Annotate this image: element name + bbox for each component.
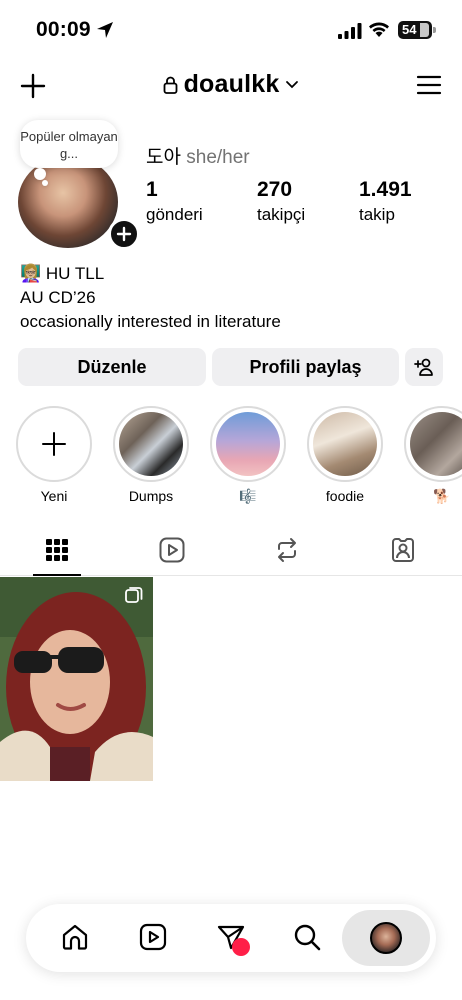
highlight-dumps[interactable]: Dumps xyxy=(113,406,189,504)
name-line: 도아 she/her xyxy=(146,142,250,169)
highlight-cover xyxy=(119,412,183,476)
username: doaulkk xyxy=(183,70,280,98)
highlight-label: Yeni xyxy=(40,488,68,504)
highlight-cover xyxy=(216,412,280,476)
chevron-down-icon xyxy=(286,80,299,88)
nav-profile[interactable] xyxy=(342,910,430,966)
bottom-nav xyxy=(26,904,436,972)
stat-following[interactable]: 1.491 takip xyxy=(359,178,412,225)
wifi-icon xyxy=(369,22,389,37)
highlight-new[interactable]: Yeni xyxy=(16,406,92,504)
bio-line: 👩🏼‍🏫 HU TLL xyxy=(20,264,105,283)
stat-following-count: 1.491 xyxy=(359,178,412,201)
note-bubble-tail xyxy=(34,168,46,180)
story-highlights: Yeni Dumps 🎼 foodie 🐕 xyxy=(0,406,462,506)
highlight-label: 🎼 xyxy=(239,488,257,504)
highlight-dog[interactable]: 🐕 xyxy=(404,406,462,505)
highlight-label: 🐕 xyxy=(433,488,451,504)
highlight-ring xyxy=(307,406,383,482)
stat-following-label: takip xyxy=(359,205,395,224)
nav-search[interactable] xyxy=(292,922,324,954)
tab-tagged[interactable] xyxy=(373,528,433,576)
bio-line: AU CD’26 xyxy=(20,288,96,307)
reels-icon xyxy=(159,537,185,563)
bio-line: occasionally interested in literature xyxy=(20,312,281,331)
highlight-label: Dumps xyxy=(128,488,174,504)
profile-avatar[interactable] xyxy=(18,156,118,248)
highlight-cover xyxy=(313,412,377,476)
active-tab-indicator xyxy=(33,574,81,576)
share-profile-button[interactable]: Profili paylaş xyxy=(212,348,399,386)
home-icon xyxy=(62,924,88,950)
edit-profile-button[interactable]: Düzenle xyxy=(18,348,206,386)
search-icon xyxy=(294,924,321,951)
battery-indicator: 54 xyxy=(398,21,432,39)
cellular-signal-icon xyxy=(338,23,362,39)
plus-icon xyxy=(116,226,132,242)
highlight-label: foodie xyxy=(325,488,365,504)
pronouns: she/her xyxy=(186,147,250,168)
plus-icon xyxy=(42,432,66,456)
status-bar: 00:09 54 xyxy=(0,0,462,60)
carousel-icon xyxy=(125,587,143,603)
highlight-ring xyxy=(16,406,92,482)
post-image xyxy=(0,577,153,781)
notification-dot xyxy=(232,938,250,956)
highlight-cover xyxy=(410,412,462,476)
highlight-ring xyxy=(404,406,462,482)
discover-people-button[interactable] xyxy=(405,348,443,386)
profile-avatar xyxy=(370,922,402,954)
tab-reposts[interactable] xyxy=(257,528,317,576)
tab-posts[interactable] xyxy=(27,528,87,576)
profile-header: doaulkk xyxy=(0,62,462,110)
note-bubble-tail-small xyxy=(42,180,48,186)
stat-followers-count: 270 xyxy=(257,178,293,201)
reposts-icon xyxy=(278,538,296,562)
stat-posts-count: 1 xyxy=(146,178,158,201)
add-story-button[interactable] xyxy=(108,218,140,250)
nav-reels[interactable] xyxy=(138,922,170,954)
display-name: 도아 xyxy=(146,147,181,168)
highlight-ring xyxy=(113,406,189,482)
battery-level: 54 xyxy=(402,22,417,37)
note-bubble[interactable]: Popüler olmayan g... xyxy=(20,120,118,168)
highlight-foodie[interactable]: foodie xyxy=(307,406,383,504)
reels-icon xyxy=(139,923,167,951)
location-arrow-icon xyxy=(97,22,113,38)
nav-home[interactable] xyxy=(60,922,92,954)
account-switcher[interactable]: doaulkk xyxy=(0,70,462,99)
bio: 👩🏼‍🏫 HU TLL AU CD’26 occasionally intere… xyxy=(20,262,281,334)
post-thumbnail[interactable] xyxy=(0,577,153,781)
tab-reels[interactable] xyxy=(142,528,202,576)
stat-followers-label: takipçi xyxy=(257,205,306,224)
grid-icon xyxy=(46,539,68,561)
add-user-icon xyxy=(414,358,433,376)
highlight-music[interactable]: 🎼 xyxy=(210,406,286,505)
status-time: 00:09 xyxy=(36,18,91,41)
menu-icon[interactable] xyxy=(416,74,442,96)
highlight-ring xyxy=(210,406,286,482)
battery-tip xyxy=(433,27,436,33)
stat-posts[interactable]: 1 gönderi xyxy=(146,178,203,225)
stat-followers[interactable]: 270 takipçi xyxy=(257,178,305,225)
lock-icon xyxy=(163,76,177,94)
stat-posts-label: gönderi xyxy=(146,205,203,224)
profile-tabs xyxy=(0,528,462,576)
tagged-icon xyxy=(392,538,414,562)
